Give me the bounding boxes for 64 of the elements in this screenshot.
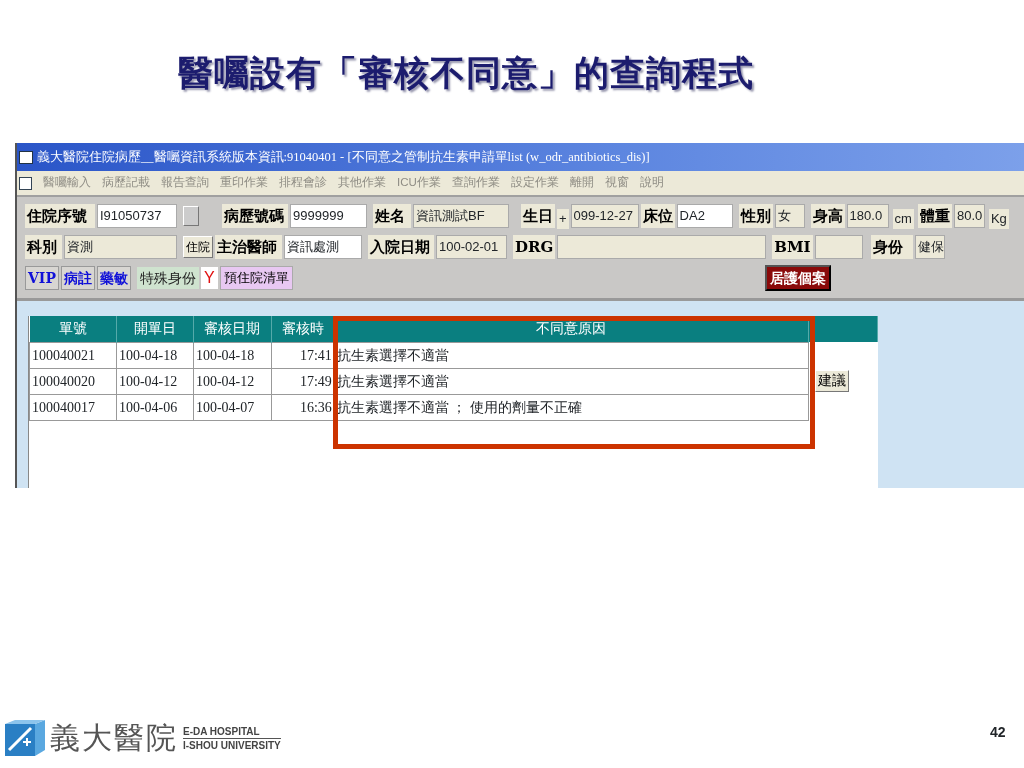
- table-cell: 100-04-12: [116, 368, 194, 394]
- table-cell: 100040021: [29, 342, 117, 368]
- input-field[interactable]: 資測: [64, 235, 177, 259]
- list-button[interactable]: 預住院清單: [219, 266, 293, 290]
- status-label: 特殊身份: [136, 267, 199, 289]
- window-icon: [19, 150, 33, 164]
- input-field[interactable]: 健保: [914, 235, 945, 259]
- table-cell: 100-04-18: [116, 342, 194, 368]
- logo-text: I-SHOU UNIVERSITY: [183, 738, 281, 752]
- case-button[interactable]: 居護個案: [764, 265, 831, 291]
- field-label: 住院序號: [25, 204, 95, 228]
- window-title: 義大醫院住院病歷__醫囑資訊系統版本資訊:91040401 - [不同意之管制抗生素申請單list (w_odr_antibiotics_dis)]: [37, 148, 650, 166]
- input-field[interactable]: [557, 235, 767, 259]
- input-field[interactable]: 女: [774, 204, 805, 228]
- alert-button[interactable]: VIP: [25, 266, 59, 290]
- unit-label: +: [557, 209, 569, 229]
- table-cell: 100-04-18: [193, 342, 272, 368]
- input-field[interactable]: 資訊測試BF: [413, 204, 509, 228]
- field-label: BMI: [772, 235, 813, 259]
- column-header: 開單日: [116, 316, 194, 342]
- field-label: 床位: [640, 204, 675, 228]
- input-field[interactable]: 099-12-27: [570, 204, 639, 228]
- table-cell: 100040020: [29, 368, 117, 394]
- field-label: 身份: [870, 235, 913, 259]
- alert-button[interactable]: 藥敏: [96, 266, 131, 290]
- table-cell: 100040017: [29, 394, 117, 420]
- logo-text: E-DA HOSPITAL: [183, 724, 281, 739]
- logo-name: 義大醫院: [50, 723, 178, 753]
- flag-value: Y: [200, 267, 218, 289]
- input-field[interactable]: [814, 235, 863, 259]
- input-field[interactable]: 100-02-01: [436, 235, 507, 259]
- alert-button[interactable]: 病註: [60, 266, 95, 290]
- field-label: 生日: [521, 204, 555, 228]
- suggest-button[interactable]: 建議: [815, 370, 850, 392]
- table-cell: 17:41: [271, 342, 335, 368]
- field-label: 姓名: [373, 204, 411, 228]
- input-field[interactable]: DA2: [676, 204, 733, 228]
- unit-label: cm: [892, 209, 914, 229]
- table-cell: 100-04-06: [116, 394, 194, 420]
- field-label: 科別: [25, 235, 62, 259]
- table-cell: 100-04-12: [193, 368, 272, 394]
- admission-button[interactable]: 住院: [183, 236, 213, 258]
- field-label: 病歷號碼: [222, 204, 288, 228]
- document-icon: [19, 176, 32, 190]
- input-field[interactable]: 180.0: [846, 204, 889, 228]
- field-label: DRG: [513, 235, 556, 259]
- field-label: 體重: [917, 204, 952, 228]
- table-cell: 100-04-07: [193, 394, 272, 420]
- input-field[interactable]: 9999999: [290, 204, 367, 228]
- slide-title: 醫囑設有「審核不同意」的查詢程式: [177, 51, 755, 95]
- logo-icon: [5, 720, 45, 756]
- field-label: 身高: [810, 204, 845, 228]
- column-header: 審核日期: [193, 316, 272, 342]
- column-header: 單號: [29, 316, 117, 342]
- input-field[interactable]: I91050737: [97, 204, 177, 228]
- blank-button[interactable]: [183, 206, 199, 226]
- field-label: 性別: [738, 204, 773, 228]
- field-label: 入院日期: [368, 235, 434, 259]
- page-number: 42: [990, 723, 1006, 742]
- unit-label: Kg: [988, 209, 1009, 229]
- column-header: 審核時: [271, 316, 335, 342]
- input-field[interactable]: 資訊處測: [284, 235, 362, 259]
- field-label: 主治醫師: [215, 235, 282, 259]
- input-field[interactable]: 80.0: [953, 204, 985, 228]
